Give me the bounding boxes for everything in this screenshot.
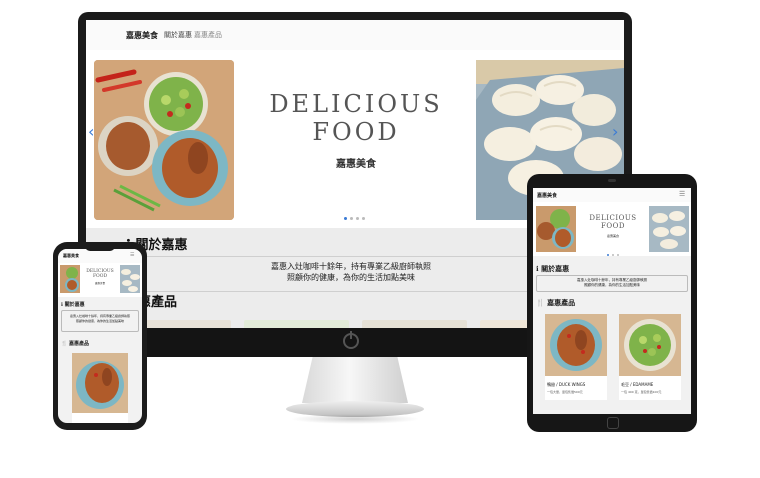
brand-logo[interactable]: 嘉惠美食	[537, 192, 557, 199]
info-icon: ℹ	[536, 265, 539, 273]
tablet-hero: DELICIOUS FOOD 嘉惠美食	[533, 202, 691, 256]
products-heading-text: 嘉惠產品	[547, 299, 576, 307]
about-line1: 嘉惠入灶咖啡十餘年，持有專業乙級廚師執照	[271, 262, 431, 271]
tablet-navbar: 嘉惠美食 ☰	[533, 188, 691, 202]
phone-hero: DELICIOUS FOOD 嘉惠美食	[58, 263, 142, 297]
nav-link-products[interactable]: 嘉惠產品	[194, 30, 222, 40]
hero-title-line2: FOOD	[92, 274, 108, 279]
product-image-duck-wings	[72, 353, 128, 413]
desktop-navbar: 嘉惠美食 關於嘉惠 嘉惠產品	[86, 20, 624, 50]
hero-title-line1: DELICIOUS	[589, 214, 637, 222]
utensils-icon: 🍴	[61, 341, 68, 347]
hero-title: DELICIOUS FOOD	[577, 214, 649, 230]
product-desc: 一包大量，單包售價500元	[547, 390, 583, 394]
hero-title-line2: FOOD	[312, 118, 400, 146]
phone-screen: 嘉惠美食 ☰ DELICIOUS FOOD 嘉惠美食 ℹ 關於嘉惠 嘉惠入灶咖啡…	[58, 249, 142, 423]
hamburger-icon[interactable]: ☰	[130, 252, 134, 258]
product-name: 毛豆 / EDAMAME	[621, 382, 654, 387]
brand-logo[interactable]: 嘉惠美食	[126, 30, 158, 41]
utensils-icon: 🍴	[536, 299, 545, 307]
hero-title-line2: FOOD	[601, 222, 625, 230]
hamburger-icon[interactable]: ☰	[679, 190, 685, 198]
product-card-duck-wings[interactable]	[72, 353, 128, 423]
about-heading-text: 關於嘉惠	[541, 265, 570, 273]
hero-subtitle: 嘉惠美食	[336, 159, 376, 170]
about-line2: 照顧你的健康，為你的生活加點美味	[584, 283, 640, 287]
carousel-dot[interactable]	[612, 254, 614, 256]
product-card[interactable]	[244, 320, 349, 328]
about-line1: 嘉惠入灶咖啡十餘年，持有專業乙級廚師執照	[69, 314, 130, 318]
monitor-stand	[302, 357, 408, 403]
carousel-dot[interactable]	[350, 217, 353, 220]
product-image-edamame	[619, 314, 681, 376]
products-heading: 🍴 嘉惠產品	[61, 340, 89, 347]
phone-device: 嘉惠美食 ☰ DELICIOUS FOOD 嘉惠美食 ℹ 關於嘉惠 嘉惠入灶咖啡…	[53, 242, 147, 430]
hero-subtitle: 嘉惠美食	[606, 234, 619, 238]
chevron-right-icon[interactable]: ›	[612, 122, 618, 141]
product-desc: 一包 400 克，單包售價100元	[621, 390, 662, 394]
carousel-dot[interactable]	[617, 254, 619, 256]
hero-title-line1: DELICIOUS	[269, 90, 443, 118]
product-image-duck-wings	[545, 314, 607, 376]
nav-link-about[interactable]: 關於嘉惠	[164, 30, 192, 40]
tablet-home-button[interactable]	[607, 417, 619, 429]
about-heading: ℹ 關於嘉惠	[536, 264, 569, 274]
product-card-edamame[interactable]: 毛豆 / EDAMAME 一包 400 克，單包售價100元	[619, 314, 681, 400]
power-icon[interactable]	[343, 331, 359, 349]
carousel-indicators	[344, 217, 365, 220]
hero-title: DELICIOUS FOOD	[80, 269, 120, 279]
carousel-dot[interactable]	[356, 217, 359, 220]
chevron-left-icon[interactable]: ‹	[88, 122, 94, 141]
hero-title: DELICIOUS FOOD	[236, 90, 476, 146]
carousel-indicators	[607, 254, 619, 256]
brand-logo[interactable]: 嘉惠美食	[63, 253, 79, 259]
info-icon: ℹ	[61, 302, 63, 308]
phone-navbar: 嘉惠美食 ☰	[58, 249, 142, 263]
tablet-device: 嘉惠美食 ☰ DELICIOUS FOOD 嘉惠美食 ℹ 關於嘉惠 嘉惠入灶咖啡…	[527, 174, 697, 432]
hero-subtitle: 嘉惠美食	[94, 282, 105, 285]
carousel-dot[interactable]	[607, 254, 609, 256]
about-line2: 照顧你的健康，為你的生活加點美味	[287, 273, 415, 282]
products-heading: 🍴 嘉惠產品	[536, 298, 575, 308]
phone-notch	[85, 246, 115, 251]
tablet-camera	[608, 179, 616, 182]
products-heading-text: 嘉惠產品	[68, 341, 89, 347]
product-name: 鴨翅 / DUCK WINGS	[547, 382, 586, 387]
hero-image-duck-wings	[94, 60, 234, 220]
product-card-duck-wings[interactable]: 鴨翅 / DUCK WINGS 一包大量，單包售價500元	[545, 314, 607, 400]
about-line2: 照顧你的健康，為你的生活加點美味	[75, 318, 124, 323]
about-heading: ℹ 關於嘉惠	[61, 301, 85, 308]
about-text-box: 嘉惠入灶咖啡十餘年，持有專業乙級廚師執照 照顧你的健康，為你的生活加點美味	[61, 310, 139, 332]
about-text-box: 嘉惠入灶咖啡十餘年，持有專業乙級廚師執照 照顧你的健康，為你的生活加點美味	[126, 256, 576, 292]
about-text-box: 嘉惠入灶咖啡十餘年，持有專業乙級廚師執照 照顧你的健康，為你的生活加點美味	[536, 275, 688, 292]
about-heading-text: 關於嘉惠	[64, 302, 85, 308]
carousel-dot[interactable]	[344, 217, 347, 220]
product-card[interactable]	[362, 320, 467, 328]
tablet-screen: 嘉惠美食 ☰ DELICIOUS FOOD 嘉惠美食 ℹ 關於嘉惠 嘉惠入灶咖啡…	[533, 188, 691, 414]
monitor-shadow	[290, 414, 420, 424]
carousel-dot[interactable]	[362, 217, 365, 220]
